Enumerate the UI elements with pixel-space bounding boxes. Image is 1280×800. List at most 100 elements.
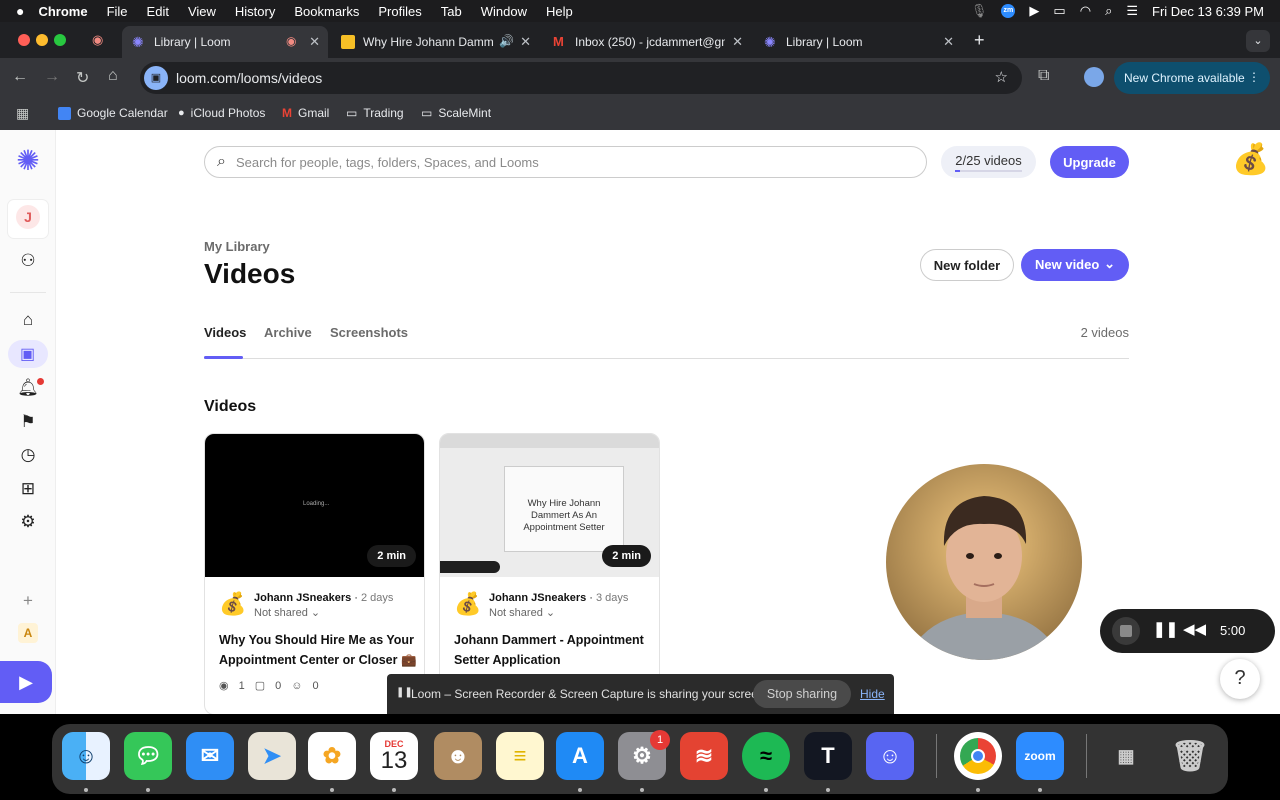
video-title[interactable]: Why You Should Hire Me as Your Appointme… bbox=[219, 630, 419, 670]
new-chrome-available-button[interactable]: New Chrome available ⋮ bbox=[1114, 62, 1270, 94]
site-info-icon[interactable]: ▣ bbox=[144, 66, 168, 90]
home-icon[interactable]: ⌂ bbox=[108, 67, 118, 85]
chrome-icon[interactable] bbox=[954, 732, 1002, 780]
zoom-window-button[interactable] bbox=[54, 34, 66, 46]
more-menu-icon[interactable]: ⋮ bbox=[1248, 70, 1260, 84]
menu-file[interactable]: File bbox=[107, 4, 128, 19]
loom-logo-icon[interactable]: ✺ bbox=[14, 145, 42, 176]
new-folder-button[interactable]: New folder bbox=[920, 249, 1014, 281]
bookmark-star-icon[interactable]: ☆ bbox=[995, 68, 1008, 86]
video-card[interactable]: Why Hire Johann Dammert As An Appointmen… bbox=[439, 433, 660, 714]
gift-icon[interactable]: ⊞ bbox=[14, 475, 42, 503]
hide-sharing-bar-link[interactable]: Hide bbox=[860, 687, 885, 701]
spotlight-search-icon[interactable]: ⌕ bbox=[1105, 3, 1112, 19]
new-video-button[interactable]: New video ⌄ bbox=[1021, 249, 1129, 281]
pause-icon[interactable]: ❚❚ bbox=[1153, 620, 1178, 638]
address-bar[interactable]: ▣ loom.com/looms/videos ☆ bbox=[140, 62, 1022, 94]
search-input[interactable]: ⌕ Search for people, tags, folders, Spac… bbox=[204, 146, 927, 178]
tradingview-icon[interactable]: T bbox=[804, 732, 852, 780]
contacts-icon[interactable]: ☻ bbox=[434, 732, 482, 780]
help-button[interactable]: ? bbox=[1220, 659, 1260, 699]
menu-bookmarks[interactable]: Bookmarks bbox=[294, 4, 359, 19]
bookmark-scalemint[interactable]: ▭ ScaleMint bbox=[421, 106, 491, 120]
close-tab-icon[interactable]: ✕ bbox=[732, 34, 743, 50]
workspace-avatar-a[interactable]: A bbox=[18, 623, 38, 643]
tab-why-hire[interactable]: Why Hire Johann Dammert 🔊 ✕ bbox=[333, 26, 539, 58]
close-tab-icon[interactable]: ✕ bbox=[309, 34, 320, 50]
apple-menu-icon[interactable]: ● bbox=[16, 3, 24, 19]
finder-icon[interactable]: ☺ bbox=[62, 732, 110, 780]
new-tab-icon[interactable]: + bbox=[974, 30, 985, 51]
menu-profiles[interactable]: Profiles bbox=[378, 4, 421, 19]
stop-recording-button[interactable] bbox=[1112, 617, 1140, 645]
menu-help[interactable]: Help bbox=[546, 4, 573, 19]
bookmark-icon[interactable]: ⚑ bbox=[14, 408, 42, 436]
bookmark-icloud-photos[interactable]: ● iCloud Photos bbox=[178, 106, 265, 120]
apps-grid-icon[interactable]: ▦ bbox=[16, 105, 29, 122]
add-workspace-icon[interactable]: + bbox=[14, 587, 42, 615]
close-tab-icon[interactable]: ✕ bbox=[943, 34, 954, 50]
back-icon[interactable]: ← bbox=[12, 68, 28, 86]
menu-app-name[interactable]: Chrome bbox=[38, 4, 87, 19]
notes-icon[interactable]: ≡ bbox=[496, 732, 544, 780]
tab-archive[interactable]: Archive bbox=[264, 325, 312, 340]
webcam-bubble[interactable] bbox=[886, 464, 1082, 660]
restart-icon[interactable]: ◀◀ bbox=[1183, 620, 1206, 638]
tab-gmail-inbox[interactable]: M Inbox (250) - jcdammert@gm ✕ bbox=[545, 26, 751, 58]
sidebar-item-library[interactable]: ▣ bbox=[8, 340, 48, 368]
video-title[interactable]: Johann Dammert - Appointment Setter Appl… bbox=[454, 630, 654, 670]
calendar-icon[interactable]: DEC 13 bbox=[370, 732, 418, 780]
zoom-status-icon[interactable]: zm bbox=[1001, 4, 1016, 18]
forward-icon[interactable]: → bbox=[44, 68, 60, 86]
control-center-icon[interactable]: ☰ bbox=[1126, 3, 1138, 19]
video-card[interactable]: Loading... 2 min 💰 Johann JSneakers · 2 … bbox=[204, 433, 425, 714]
audio-playing-icon[interactable]: 🔊 bbox=[499, 34, 514, 48]
menu-tab[interactable]: Tab bbox=[441, 4, 462, 19]
tab-search-icon[interactable]: ⌄ bbox=[1246, 30, 1270, 52]
spotify-icon[interactable]: ≈ bbox=[742, 732, 790, 780]
bookmark-google-calendar[interactable]: Google Calendar bbox=[58, 106, 168, 120]
money-bag-avatar-icon[interactable]: 💰 bbox=[1232, 143, 1269, 177]
sharing-status[interactable]: Not shared ⌄ bbox=[489, 606, 555, 619]
play-icon[interactable]: ▶ bbox=[1029, 3, 1039, 19]
upgrade-button[interactable]: Upgrade bbox=[1050, 146, 1129, 178]
record-video-button[interactable]: ▶︎ bbox=[0, 661, 52, 703]
home-icon[interactable]: ⌂ bbox=[14, 306, 42, 334]
zoom-icon[interactable]: zoom bbox=[1016, 732, 1064, 780]
sharing-status[interactable]: Not shared ⌄ bbox=[254, 606, 320, 619]
bookmark-gmail[interactable]: M Gmail bbox=[282, 106, 329, 120]
history-clock-icon[interactable]: ◷ bbox=[14, 441, 42, 469]
battery-icon[interactable]: ▭ bbox=[1053, 3, 1065, 19]
close-tab-icon[interactable]: ✕ bbox=[520, 34, 531, 50]
close-window-button[interactable] bbox=[18, 34, 30, 46]
menu-view[interactable]: View bbox=[188, 4, 216, 19]
menubar-clock[interactable]: Fri Dec 13 6:39 PM bbox=[1152, 4, 1264, 19]
workspace-switcher[interactable]: J bbox=[8, 200, 48, 238]
messages-icon[interactable]: 💬︎ bbox=[124, 732, 172, 780]
mic-icon[interactable]: 🎙 bbox=[971, 3, 988, 19]
settings-gear-icon[interactable]: ⚙ bbox=[14, 508, 42, 536]
tab-library-loom-2[interactable]: ✺ Library | Loom ✕ bbox=[756, 26, 962, 58]
minimize-window-button[interactable] bbox=[36, 34, 48, 46]
maps-icon[interactable]: ➤ bbox=[248, 732, 296, 780]
mail-icon[interactable]: ✉ bbox=[186, 732, 234, 780]
app-store-icon[interactable]: A bbox=[556, 732, 604, 780]
menu-window[interactable]: Window bbox=[481, 4, 527, 19]
trash-icon[interactable]: 🗑︎ bbox=[1166, 732, 1214, 780]
profile-avatar[interactable] bbox=[1084, 67, 1104, 87]
menu-history[interactable]: History bbox=[235, 4, 275, 19]
discord-icon[interactable]: ☺ bbox=[866, 732, 914, 780]
tab-videos[interactable]: Videos bbox=[204, 325, 246, 340]
todoist-icon[interactable]: ≋ bbox=[680, 732, 728, 780]
video-quota[interactable]: 2/25 videos bbox=[941, 146, 1036, 178]
breadcrumb[interactable]: My Library bbox=[204, 239, 270, 254]
tab-library-loom[interactable]: ✺ Library | Loom ◉ ✕ bbox=[122, 26, 328, 58]
video-thumbnail[interactable]: Why Hire Johann Dammert As An Appointmen… bbox=[440, 434, 659, 577]
reload-icon[interactable]: ↻ bbox=[76, 68, 89, 88]
menu-edit[interactable]: Edit bbox=[147, 4, 169, 19]
wifi-icon[interactable]: ◠ bbox=[1080, 3, 1091, 19]
photos-icon[interactable]: ✿ bbox=[308, 732, 356, 780]
stop-sharing-button[interactable]: Stop sharing bbox=[753, 680, 851, 708]
downloads-stack-icon[interactable]: ▦ bbox=[1102, 732, 1150, 780]
video-thumbnail[interactable]: Loading... 2 min bbox=[205, 434, 424, 577]
